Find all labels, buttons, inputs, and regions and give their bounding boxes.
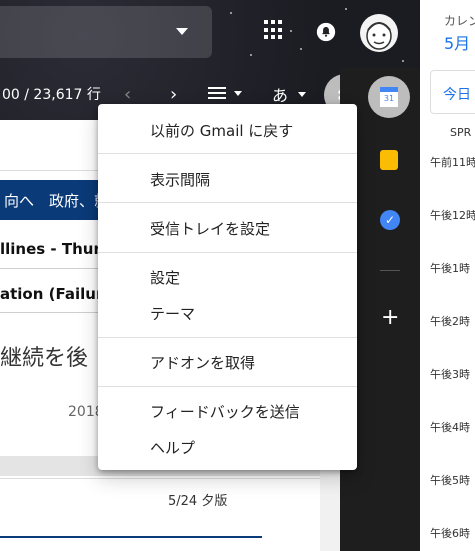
card-date: 5/24 夕版 xyxy=(168,494,228,509)
card-underline xyxy=(0,536,262,538)
hour-label: 午後6時 xyxy=(430,527,470,540)
menu-divider xyxy=(98,153,357,154)
bell-icon[interactable] xyxy=(316,22,336,42)
today-button[interactable]: 今日 xyxy=(430,70,475,114)
prev-page-button[interactable]: ‹ xyxy=(124,84,131,105)
menu-item-configure-inbox[interactable]: 受信トレイを設定 xyxy=(150,218,270,239)
tasks-icon[interactable]: ✓ xyxy=(380,210,400,230)
menu-divider xyxy=(98,202,357,203)
menu-item-send-feedback[interactable]: フィードバックを送信 xyxy=(150,401,300,422)
star-decoration xyxy=(345,8,347,10)
next-page-button[interactable]: › xyxy=(170,84,177,105)
avatar[interactable] xyxy=(360,14,398,52)
star-decoration xyxy=(230,12,232,14)
message-count: 00 / 23,617 行 xyxy=(2,87,101,103)
menu-divider xyxy=(98,386,357,387)
calendar-event-label[interactable]: SPR xyxy=(450,126,471,139)
divider xyxy=(380,270,400,271)
menu-divider xyxy=(98,252,357,253)
hour-label: 午前11時 xyxy=(430,156,475,169)
input-tools-button[interactable]: あ xyxy=(272,82,288,106)
divider xyxy=(0,312,100,313)
menu-item-revert-gmail[interactable]: 以前の Gmail に戻す xyxy=(150,120,293,141)
search-options-icon[interactable] xyxy=(176,28,188,35)
calendar-month: 5月 xyxy=(444,34,471,53)
menu-item-settings[interactable]: 設定 xyxy=(150,267,180,288)
calendar-title: カレン xyxy=(444,14,475,28)
star-decoration xyxy=(290,30,292,32)
mail-row-subject[interactable]: ation (Failure) xyxy=(0,285,100,303)
menu-item-help[interactable]: ヘルプ xyxy=(150,437,195,458)
calendar-button[interactable]: 31 xyxy=(368,76,410,118)
mail-row-subject[interactable]: llines - Thursd xyxy=(0,240,100,258)
hour-label: 午後4時 xyxy=(430,421,470,434)
star-decoration xyxy=(300,48,302,50)
menu-item-display-density[interactable]: 表示間隔 xyxy=(150,169,210,190)
hour-label: 午後3時 xyxy=(430,368,470,381)
menu-divider xyxy=(98,337,357,338)
apps-grid-icon[interactable] xyxy=(264,20,284,40)
message-card xyxy=(0,478,322,551)
menu-item-get-addons[interactable]: アドオンを取得 xyxy=(150,352,255,373)
hour-label: 午後2時 xyxy=(430,315,470,328)
divider xyxy=(0,268,100,269)
keep-icon[interactable] xyxy=(380,150,398,170)
star-decoration xyxy=(250,54,252,56)
hour-label: 午後12時 xyxy=(430,209,475,222)
menu-item-themes[interactable]: テーマ xyxy=(150,303,195,324)
calendar-icon: 31 xyxy=(380,87,398,107)
hour-label: 午後1時 xyxy=(430,262,470,275)
plus-icon[interactable]: + xyxy=(381,305,399,330)
settings-menu: 以前の Gmail に戻す 表示間隔 受信トレイを設定 設定 テーマ アドオンを… xyxy=(98,104,357,470)
density-toggle-icon[interactable] xyxy=(208,86,244,102)
chevron-down-icon[interactable] xyxy=(298,92,306,97)
highlighted-row[interactable]: 向へ 政府、就 xyxy=(0,180,100,220)
star-decoration xyxy=(402,60,404,62)
search-box[interactable] xyxy=(0,6,212,58)
message-headline: 継続を後 xyxy=(0,346,89,371)
hour-label: 午後5時 xyxy=(430,474,470,487)
